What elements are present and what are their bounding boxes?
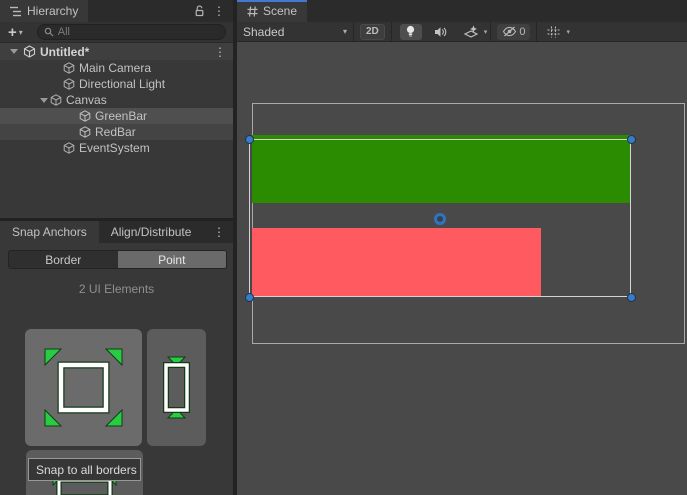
tree-item-eventsystem[interactable]: EventSystem bbox=[0, 140, 233, 156]
draw-mode-label: Shaded bbox=[243, 25, 284, 39]
scene-tab-label: Scene bbox=[263, 4, 297, 18]
tree-item-canvas[interactable]: Canvas bbox=[0, 92, 233, 108]
tree-item-greenbar[interactable]: GreenBar bbox=[0, 108, 233, 124]
gameobject-cube-icon bbox=[50, 94, 62, 106]
anchor-handle-bottom-right[interactable] bbox=[627, 293, 636, 302]
tooltip: Snap to all borders bbox=[28, 458, 141, 481]
grid-dropdown-icon[interactable]: ▾ bbox=[563, 28, 573, 36]
tab-align-distribute[interactable]: Align/Distribute bbox=[99, 221, 204, 243]
pivot-handle[interactable] bbox=[434, 213, 446, 225]
gameobject-cube-icon bbox=[63, 62, 75, 74]
scene-visibility-button[interactable]: 0 bbox=[497, 24, 530, 40]
scene-lighting-button[interactable] bbox=[400, 24, 422, 40]
hierarchy-tabbar: Hierarchy ⋮ bbox=[0, 0, 233, 22]
snap-content: Border Point 2 UI Elements bbox=[0, 243, 233, 495]
scene-tabbar: Scene bbox=[237, 0, 687, 22]
snap-mode-segmented: Border Point bbox=[8, 250, 227, 269]
anchor-corners-icon bbox=[35, 339, 132, 436]
tab-scene[interactable]: Scene bbox=[237, 0, 307, 22]
tree-item-main-camera[interactable]: Main Camera bbox=[0, 60, 233, 76]
scene-grid-toggle-button[interactable] bbox=[541, 24, 561, 40]
scene-grid-icon bbox=[247, 6, 258, 17]
grid-icon bbox=[547, 26, 560, 38]
active-tab-highlight bbox=[237, 0, 307, 2]
chevron-down-icon: ▾ bbox=[343, 27, 347, 36]
selection-count-label: 2 UI Elements bbox=[0, 282, 233, 296]
toolbar-separator bbox=[490, 22, 491, 42]
left-column: Hierarchy ⋮ + ▾ bbox=[0, 0, 233, 495]
hierarchy-tree: Untitled* ⋮ Main Camera Directional Ligh… bbox=[0, 43, 233, 218]
anchor-handle-bottom-left[interactable] bbox=[245, 293, 254, 302]
draw-mode-dropdown[interactable]: Shaded ▾ bbox=[237, 22, 353, 42]
snap-all-borders-button[interactable] bbox=[25, 329, 142, 446]
gameobject-cube-icon bbox=[63, 78, 75, 90]
hierarchy-menu-icon[interactable]: ⋮ bbox=[209, 0, 229, 22]
scene-effects-button[interactable] bbox=[459, 24, 479, 40]
snap-menu-icon[interactable]: ⋮ bbox=[209, 221, 229, 243]
tree-item-redbar[interactable]: RedBar bbox=[0, 124, 233, 140]
gameobject-cube-icon bbox=[79, 110, 91, 122]
snap-tabbar: Snap Anchors Align/Distribute ⋮ bbox=[0, 221, 233, 243]
search-icon bbox=[44, 27, 54, 37]
foldout-icon[interactable] bbox=[10, 49, 18, 54]
foldout-icon[interactable] bbox=[40, 98, 48, 103]
anchor-vertical-icon bbox=[154, 339, 199, 436]
point-mode-button[interactable]: Point bbox=[118, 251, 227, 268]
scene-name: Untitled* bbox=[40, 45, 89, 59]
snap-vertical-borders-button[interactable] bbox=[147, 329, 206, 446]
scene-panel: Scene Shaded ▾ 2D ▾ 0 ▾ bbox=[237, 0, 687, 495]
tree-item-directional-light[interactable]: Directional Light bbox=[0, 76, 233, 92]
tab-snap-anchors[interactable]: Snap Anchors bbox=[0, 221, 99, 243]
scene-menu-icon[interactable]: ⋮ bbox=[214, 46, 226, 58]
tab-hierarchy[interactable]: Hierarchy bbox=[0, 0, 88, 22]
hierarchy-tab-label: Hierarchy bbox=[27, 4, 78, 18]
hierarchy-search[interactable] bbox=[37, 24, 226, 40]
toolbar-separator bbox=[391, 22, 392, 42]
speaker-icon bbox=[434, 26, 447, 38]
scene-viewport[interactable] bbox=[237, 42, 687, 495]
anchor-handle-top-left[interactable] bbox=[245, 135, 254, 144]
lock-icon[interactable] bbox=[189, 0, 209, 22]
hierarchy-panel: Hierarchy ⋮ + ▾ bbox=[0, 0, 233, 218]
unity-scene-icon bbox=[23, 45, 36, 58]
scene-audio-button[interactable] bbox=[430, 24, 452, 40]
2d-mode-button[interactable]: 2D bbox=[360, 24, 385, 40]
hidden-count: 0 bbox=[519, 26, 525, 38]
toolbar-separator bbox=[536, 22, 537, 42]
gameobject-cube-icon bbox=[79, 126, 91, 138]
effects-icon bbox=[464, 25, 478, 38]
create-object-button[interactable]: + ▾ bbox=[4, 25, 27, 40]
effects-dropdown-icon[interactable]: ▾ bbox=[481, 28, 491, 36]
scene-header-row[interactable]: Untitled* ⋮ bbox=[0, 43, 233, 60]
scene-toolbar: Shaded ▾ 2D ▾ 0 ▾ bbox=[237, 22, 687, 42]
eye-slash-icon bbox=[502, 26, 517, 37]
search-input[interactable] bbox=[58, 26, 219, 38]
hierarchy-toolbar: + ▾ bbox=[0, 22, 233, 43]
snap-anchors-panel: Snap Anchors Align/Distribute ⋮ Border P… bbox=[0, 221, 233, 495]
tabbar-spacer bbox=[88, 0, 189, 22]
toolbar-separator bbox=[353, 22, 354, 42]
hierarchy-icon bbox=[10, 6, 22, 17]
lightbulb-icon bbox=[405, 25, 416, 38]
gameobject-cube-icon bbox=[63, 142, 75, 154]
border-mode-button[interactable]: Border bbox=[9, 251, 118, 268]
anchor-handle-top-right[interactable] bbox=[627, 135, 636, 144]
